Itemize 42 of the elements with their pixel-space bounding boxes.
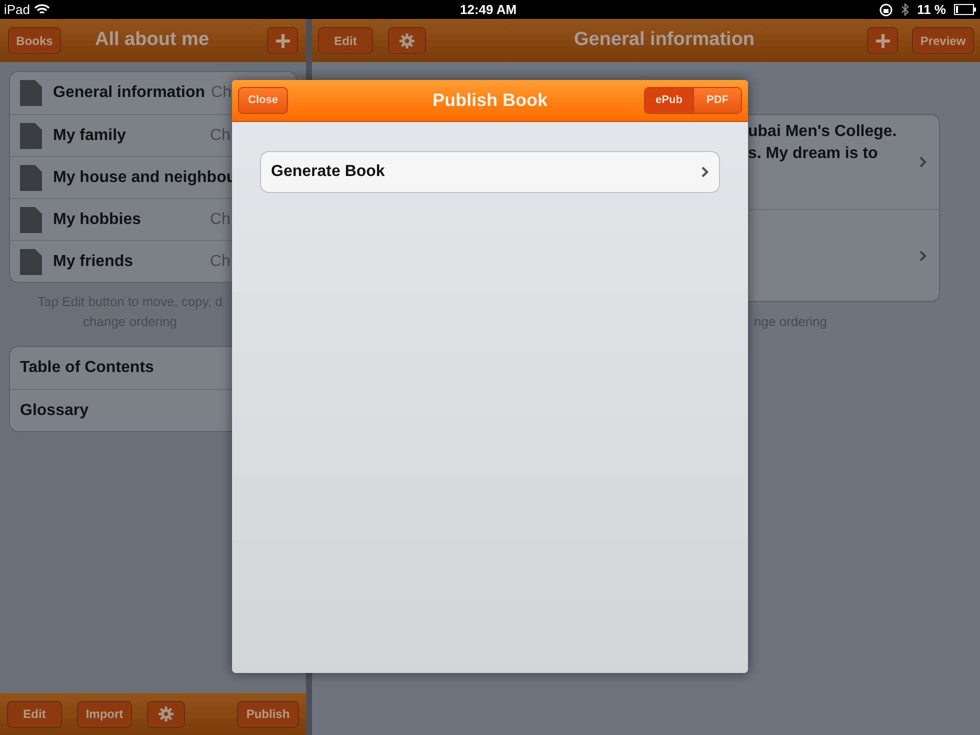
document-icon — [20, 206, 42, 232]
bluetooth-icon — [901, 3, 910, 16]
books-button[interactable]: Books — [8, 27, 61, 54]
chapter-title: My friends — [53, 252, 134, 272]
import-button[interactable]: Import — [77, 700, 132, 728]
rotation-lock-icon — [879, 2, 894, 16]
plus-icon — [876, 34, 890, 48]
carrier-label: iPad — [4, 0, 30, 19]
add-button[interactable] — [267, 27, 298, 54]
settings-icon — [399, 32, 415, 48]
chevron-icon — [919, 156, 927, 168]
document-icon — [20, 248, 42, 274]
chapter-title: My hobbies — [53, 210, 142, 230]
battery-percent: 11 % — [917, 0, 946, 19]
close-button[interactable]: Close — [238, 87, 288, 114]
document-icon — [20, 122, 42, 148]
settings-icon — [158, 706, 174, 722]
battery-icon — [954, 4, 976, 15]
add-button[interactable] — [867, 27, 898, 54]
settings-button[interactable] — [388, 27, 426, 54]
chevron-icon — [919, 250, 927, 262]
chapter-title: My family — [53, 126, 126, 146]
settings-button[interactable] — [147, 700, 185, 728]
format-tab[interactable]: ePub — [645, 88, 693, 113]
dialog-title: Publish Book — [432, 89, 548, 112]
wifi-icon — [34, 4, 50, 16]
publish-button[interactable]: Publish — [237, 700, 299, 728]
nav-title: All about me — [95, 28, 210, 52]
document-icon — [20, 164, 42, 190]
chevron-icon — [701, 166, 709, 178]
format-tab[interactable]: PDF — [693, 88, 741, 113]
edit-button[interactable]: Edit — [318, 27, 373, 54]
document-icon — [20, 80, 42, 106]
generate-book-row[interactable]: Generate Book — [260, 151, 720, 193]
preview-button[interactable]: Preview — [912, 27, 974, 54]
edit-button[interactable]: Edit — [7, 700, 62, 728]
entry-text: s. My dream is to — [748, 144, 879, 164]
clock: 12:49 AM — [460, 0, 517, 19]
nav-title: General information — [574, 28, 755, 52]
plus-icon — [276, 34, 290, 48]
entry-text: ubai Men's College. — [748, 122, 898, 142]
chapter-title: General information — [53, 83, 206, 103]
